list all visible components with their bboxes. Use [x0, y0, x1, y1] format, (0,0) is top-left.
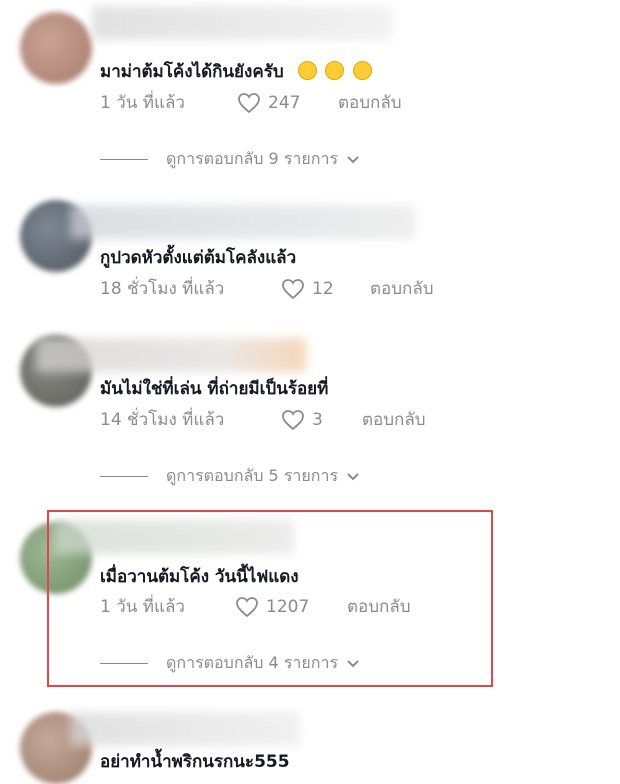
- username-blurred[interactable]: [70, 205, 415, 239]
- comment-text: มาม่าต้มโค้งได้กินยังครับ: [100, 58, 373, 85]
- reply-button[interactable]: ตอบกลับ: [370, 275, 434, 302]
- like-count: 3: [312, 409, 323, 430]
- divider-line: [100, 476, 148, 477]
- view-replies-label: ดูการตอบกลับ 5 รายการ: [166, 466, 339, 485]
- comment-text-content: มันไม่ใช่ที่เล่น ที่ถ่ายมีเป็นร้อยที่: [100, 379, 329, 399]
- chevron-down-icon: [347, 155, 359, 163]
- like-button[interactable]: 12: [280, 278, 370, 300]
- like-count: 12: [312, 278, 334, 299]
- timestamp: 1 วัน ที่แล้ว: [100, 93, 185, 113]
- like-button[interactable]: 247: [236, 92, 338, 114]
- heart-icon[interactable]: [280, 278, 306, 300]
- view-replies-button[interactable]: ดูการตอบกลับ 5 รายการ: [100, 464, 360, 489]
- avatar[interactable]: [20, 12, 92, 84]
- like-button[interactable]: 3: [280, 409, 362, 431]
- reply-button[interactable]: ตอบกลับ: [338, 89, 402, 116]
- username-blurred[interactable]: [70, 712, 300, 746]
- laughing-face-emoji-icon: [297, 61, 317, 80]
- highlight-box: [47, 510, 493, 687]
- view-replies-button[interactable]: ดูการตอบกลับ 9 รายการ: [100, 147, 360, 172]
- comment-text-content: อย่าทำน้ำพริกนรกนะ555: [100, 752, 290, 772]
- like-count: 247: [268, 92, 301, 113]
- grinning-face-emoji-icon: [353, 61, 373, 80]
- view-replies-label: ดูการตอบกลับ 9 รายการ: [166, 149, 339, 168]
- comment-meta: 18 ชั่วโมง ที่แล้ว 12 ตอบกลับ: [100, 275, 434, 302]
- chevron-down-icon: [347, 472, 359, 480]
- username-blurred[interactable]: [92, 6, 392, 40]
- reply-button[interactable]: ตอบกลับ: [362, 406, 426, 433]
- heart-icon[interactable]: [236, 92, 262, 114]
- comment-meta: 1 วัน ที่แล้ว 247 ตอบกลับ: [100, 89, 402, 116]
- comment-text: อย่าทำน้ำพริกนรกนะ555: [100, 748, 290, 775]
- divider-line: [100, 159, 148, 160]
- comment-text: กูปวดหัวตั้งแต่ต้มโคลังแล้ว: [100, 244, 296, 271]
- comment-text: มันไม่ใช่ที่เล่น ที่ถ่ายมีเป็นร้อยที่: [100, 375, 328, 402]
- comment-text-content: มาม่าต้มโค้งได้กินยังครับ: [100, 62, 284, 82]
- comment-meta: 14 ชั่วโมง ที่แล้ว 3 ตอบกลับ: [100, 406, 426, 433]
- comment-text-content: กูปวดหัวตั้งแต่ต้มโคลังแล้ว: [100, 248, 297, 268]
- hand-over-mouth-face-emoji-icon: [325, 61, 345, 80]
- heart-icon[interactable]: [280, 409, 306, 431]
- username-blurred[interactable]: [36, 338, 306, 372]
- timestamp: 18 ชั่วโมง ที่แล้ว: [100, 279, 225, 299]
- timestamp: 14 ชั่วโมง ที่แล้ว: [100, 410, 225, 430]
